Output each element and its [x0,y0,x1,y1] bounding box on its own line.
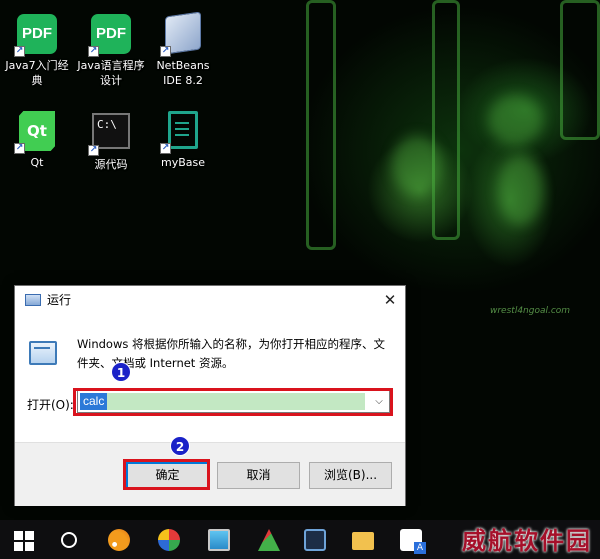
cancel-button[interactable]: 取消 [217,462,300,489]
desktop-icon-label: myBase [160,156,205,169]
shortcut-arrow-icon: ↗ [88,46,99,57]
desktop-icon-mybase[interactable]: ↗ myBase [146,111,220,170]
wallpaper-figure [488,95,543,145]
taskbar-app-screen[interactable] [292,520,336,559]
desktop-icon-java7[interactable]: PDF ↗ Java7入门经典 [0,14,74,88]
screen-app-icon [304,529,326,551]
annotation-step-marker: 2 [170,436,190,456]
windows-logo-icon [14,531,34,551]
mybase-icon: ↗ [160,111,203,154]
language-icon [400,529,426,554]
dialog-title-bar[interactable]: 运行 ✕ [15,286,405,314]
annotation-step-marker: 1 [111,362,131,382]
wifi-app-icon [108,529,130,551]
run-window-icon [25,294,41,306]
taskbar: 威航软件园 [0,520,600,559]
dialog-button-bar: 确定 取消 浏览(B)... [15,442,405,506]
desktop-icon-label: Java7入门经典 [5,59,69,87]
open-label: 打开(O): [27,398,74,412]
dialog-title: 运行 [47,293,72,307]
close-button[interactable]: ✕ [375,286,405,314]
shortcut-arrow-icon: ↗ [160,143,171,154]
desktop-icon-source-code[interactable]: C:\ ↗ 源代码 [74,111,148,172]
taskbar-app-wifi[interactable] [96,520,140,559]
taskbar-language[interactable] [388,520,432,559]
cortana-circle-icon [61,532,77,548]
desktop-icon-label: 源代码 [94,158,128,171]
wallpaper-figure [498,155,543,225]
wallpaper-text: wrestl4ngoal.com [490,306,571,316]
paint-app-icon [258,529,280,551]
taskbar-file-explorer[interactable] [340,520,384,559]
shortcut-arrow-icon: ↗ [14,143,25,154]
browse-button[interactable]: 浏览(B)... [309,462,392,489]
folder-icon [352,532,374,550]
shortcut-arrow-icon: ↗ [88,145,99,156]
wallpaper-frame [432,0,460,240]
taskbar-app-monitor[interactable] [196,520,240,559]
shortcut-arrow-icon: ↗ [160,46,171,57]
command-prompt-icon: C:\ ↗ [88,113,131,156]
shortcut-arrow-icon: ↗ [14,46,25,57]
cortana-button[interactable] [46,520,90,559]
desktop-icon-java-book[interactable]: PDF ↗ Java语言程序设计 [74,14,148,88]
desktop-icon-qt[interactable]: Qt ↗ Qt [0,111,74,170]
360-security-icon [158,529,180,551]
netbeans-icon: ↗ [160,11,203,57]
pdf-icon: PDF ↗ [88,14,131,57]
wallpaper-frame [306,0,336,250]
site-watermark: 威航软件园 [462,526,592,555]
desktop-icon-label: Qt [30,156,44,169]
desktop-icon-label: Java语言程序设计 [77,59,145,87]
pdf-icon: PDF ↗ [14,14,57,57]
taskbar-app-paint[interactable] [246,520,290,559]
monitor-app-icon [208,529,230,551]
annotation-highlight-ok [123,459,210,490]
desktop-icon-label: NetBeans IDE 8.2 [156,59,210,87]
close-icon: ✕ [383,291,397,309]
desktop-icon-netbeans[interactable]: ↗ NetBeans IDE 8.2 [146,11,220,88]
qt-icon: Qt ↗ [14,111,57,154]
annotation-highlight-input [73,388,393,416]
start-button[interactable] [0,520,44,559]
taskbar-app-360[interactable] [146,520,190,559]
wallpaper-frame [560,0,600,140]
run-icon [29,341,57,365]
wallpaper-figure [392,135,442,195]
